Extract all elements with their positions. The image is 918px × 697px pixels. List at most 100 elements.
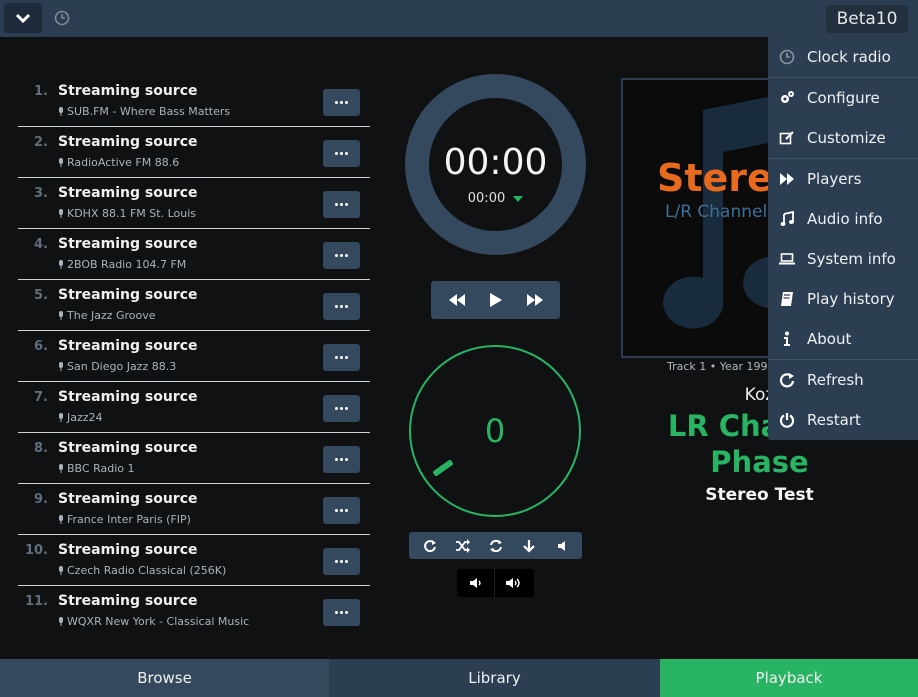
menu-item-players[interactable]: Players [768,159,918,199]
menu-item-clock-radio[interactable]: Clock radio [768,37,918,77]
previous-button[interactable] [444,287,470,313]
elapsed-time: 00:00 [443,142,548,183]
queue-list: 1. Streaming source SUB.FM - Where Bass … [18,76,370,637]
power-icon [779,412,795,428]
tab-browse[interactable]: Browse [0,659,329,697]
microphone-icon [59,106,63,116]
menu-item-customize[interactable]: Customize [768,118,918,158]
menu-item-play-history[interactable]: Play history [768,279,918,319]
more-icon [335,152,348,155]
volume-up-button[interactable] [495,569,533,597]
queue-item-station: 2BOB Radio 104.7 FM [58,258,186,271]
tab-library[interactable]: Library [329,659,660,697]
menu-item-system-info[interactable]: System info [768,239,918,279]
clock-icon[interactable] [54,10,70,26]
queue-item-station-label: BBC Radio 1 [67,462,135,475]
queue-item-more-button[interactable] [323,497,360,524]
clock-icon [779,49,795,65]
queue-item[interactable]: 3. Streaming source KDHX 88.1 FM St. Lou… [18,178,370,229]
menu-item-about[interactable]: About [768,319,918,359]
menu-item-label: Restart [807,411,861,429]
queue-item-number: 8. [34,441,48,456]
queue-item-more-button[interactable] [323,89,360,116]
tab-playback[interactable]: Playback [660,659,918,697]
queue-item[interactable]: 4. Streaming source 2BOB Radio 104.7 FM [18,229,370,280]
queue-item[interactable]: 8. Streaming source BBC Radio 1 [18,433,370,484]
fast-forward-icon [779,171,795,187]
queue-item[interactable]: 11. Streaming source WQXR New York - Cla… [18,586,370,637]
shuffle-icon [455,538,470,553]
consume-button[interactable] [485,535,507,557]
queue-item[interactable]: 1. Streaming source SUB.FM - Where Bass … [18,76,370,127]
volume-value: 0 [484,412,506,450]
queue-item[interactable]: 10. Streaming source Czech Radio Classic… [18,535,370,586]
refresh-icon [779,372,795,388]
queue-item-title: Streaming source [58,185,198,201]
queue-item-station: Czech Radio Classical (256K) [58,564,226,577]
microphone-icon [59,565,63,575]
queue-item[interactable]: 5. Streaming source The Jazz Groove [18,280,370,331]
menu-item-audio-info[interactable]: Audio info [768,199,918,239]
queue-item-more-button[interactable] [323,293,360,320]
transport-controls [431,281,560,319]
menu-item-label: Refresh [807,371,864,389]
queue-item-station: San Diego Jazz 88.3 [58,360,176,373]
queue-item-station: WQXR New York - Classical Music [58,615,249,628]
collapse-toggle-button[interactable] [4,3,42,33]
top-bar: Beta10 [0,0,918,37]
repeat-button[interactable] [419,535,441,557]
volume-up-icon [506,578,520,588]
queue-item-station-label: Czech Radio Classical (256K) [67,564,227,577]
version-badge[interactable]: Beta10 [826,5,908,33]
play-button[interactable] [483,287,509,313]
more-icon [335,101,348,104]
queue-item-more-button[interactable] [323,140,360,167]
microphone-icon [59,616,63,626]
queue-item-station: KDHX 88.1 FM St. Louis [58,207,196,220]
queue-item[interactable]: 2. Streaming source RadioActive FM 88.6 [18,127,370,178]
cover-subtitle-text: L/R Channel [665,202,768,222]
queue-item-number: 7. [34,390,48,405]
menu-item-restart[interactable]: Restart [768,400,918,440]
single-button[interactable] [518,535,540,557]
more-icon [335,203,348,206]
microphone-icon [59,514,63,524]
queue-item-more-button[interactable] [323,395,360,422]
arrow-down-icon [522,539,535,553]
mute-button[interactable] [551,535,573,557]
queue-item-more-button[interactable] [323,548,360,575]
microphone-icon [59,208,63,218]
volume-buttons [457,569,534,597]
queue-item-more-button[interactable] [323,191,360,218]
queue-item-number: 3. [34,186,48,201]
menu-item-label: Audio info [807,210,883,228]
duration-time: 00:00 [467,191,506,206]
queue-item-station: RadioActive FM 88.6 [58,156,179,169]
queue-item-more-button[interactable] [323,344,360,371]
queue-item-station-label: 2BOB Radio 104.7 FM [67,258,187,271]
queue-item-more-button[interactable] [323,599,360,626]
track-album: Stereo Test [705,485,814,505]
microphone-icon [59,259,63,269]
menu-item-refresh[interactable]: Refresh [768,360,918,400]
next-button[interactable] [522,287,548,313]
more-icon [335,407,348,410]
caret-down-icon [513,195,524,202]
queue-item-title: Streaming source [58,389,198,405]
queue-item[interactable]: 6. Streaming source San Diego Jazz 88.3 [18,331,370,382]
queue-item-station-label: SUB.FM - Where Bass Matters [67,105,231,118]
queue-item-more-button[interactable] [323,242,360,269]
menu-item-label: Configure [807,89,880,107]
volume-off-icon [557,540,565,551]
queue-item[interactable]: 9. Streaming source France Inter Paris (… [18,484,370,535]
queue-item-number: 2. [34,135,48,150]
random-button[interactable] [452,535,474,557]
queue-item[interactable]: 7. Streaming source Jazz24 [18,382,370,433]
more-icon [335,509,348,512]
queue-item-more-button[interactable] [323,446,360,473]
menu-item-configure[interactable]: Configure [768,78,918,118]
volume-down-button[interactable] [457,569,495,597]
queue-item-title: Streaming source [58,491,198,507]
duration-toggle[interactable]: 00:00 [405,191,586,206]
queue-item-title: Streaming source [58,134,198,150]
